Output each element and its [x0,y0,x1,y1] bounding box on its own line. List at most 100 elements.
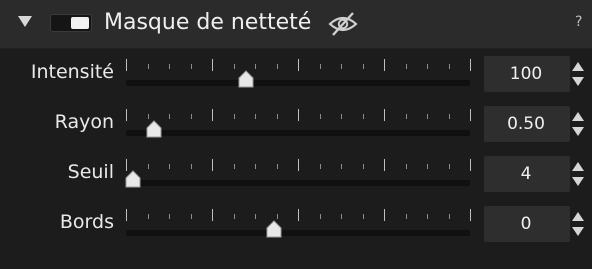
slider-row-seuil: Seuil 4 [0,150,592,198]
slider-tick [384,59,385,71]
slider-tick [298,109,299,121]
slider-tick [298,209,299,221]
slider-tick [406,164,407,169]
rayon-value-field[interactable]: 0.50 [484,106,570,142]
slider-tick [470,159,471,171]
slider-tick [277,114,278,119]
slider-tick [191,164,192,169]
slider-label: Bords [59,211,114,233]
slider-tick [126,209,127,221]
slider-thumb[interactable] [238,70,254,88]
slider-tick [126,109,127,121]
slider-tick [234,64,235,69]
slider-tick [363,64,364,69]
seuil-value-field[interactable]: 4 [484,156,570,192]
slider-tick [384,109,385,121]
eye-slash-icon[interactable] [327,10,359,36]
slider-tick [320,164,321,169]
slider-tick [449,114,450,119]
intensite-value-field[interactable]: 100 [484,56,570,92]
slider-tick [449,64,450,69]
slider-tick [255,64,256,69]
slider-tick [427,214,428,219]
slider-tick [148,114,149,119]
slider-tick [449,214,450,219]
slider-tick [169,164,170,169]
slider-tick [384,159,385,171]
slider-tick [320,214,321,219]
slider-tick [277,164,278,169]
slider-thumb[interactable] [266,220,282,238]
slider-tick [427,114,428,119]
slider-track [126,80,470,86]
slider-tick [298,159,299,171]
slider-tick [212,59,213,71]
slider-tick [169,214,170,219]
slider-tick [234,164,235,169]
slider-tick [341,214,342,219]
slider-tick [255,114,256,119]
slider-thumb[interactable] [146,120,162,138]
slider-tick [191,64,192,69]
slider-tick [148,164,149,169]
slider-tick [363,164,364,169]
enable-toggle[interactable] [50,14,92,32]
slider-tick [427,64,428,69]
slider-tick [212,109,213,121]
value-text: 0 [520,214,532,234]
spinner-arrows-icon[interactable] [571,210,585,238]
slider-tick [212,159,213,171]
slider-tick [169,64,170,69]
slider-tick [191,114,192,119]
slider-tick [255,214,256,219]
slider-tick [212,209,213,221]
slider-tick [277,64,278,69]
slider-row-intensite: Intensité 100 [0,50,592,98]
spinner-arrows-icon[interactable] [571,110,585,138]
slider-tick [470,109,471,121]
seuil-slider[interactable] [122,150,472,198]
slider-tick [341,64,342,69]
value-text: 100 [509,64,543,84]
slider-tick [341,114,342,119]
slider-tick [449,164,450,169]
triangle-down-icon[interactable] [18,16,32,27]
slider-tick [148,64,149,69]
slider-row-bords: Bords 0 [0,200,592,248]
slider-tick [320,114,321,119]
rayon-slider[interactable] [122,100,472,148]
slider-tick [470,59,471,71]
bords-slider[interactable] [122,200,472,248]
panel-header: Masque de netteté ? [0,0,592,49]
spinner-arrows-icon[interactable] [571,60,585,88]
slider-track [126,130,470,136]
help-button[interactable]: ? [575,14,582,30]
slider-tick [427,164,428,169]
slider-tick [255,164,256,169]
slider-tick [148,214,149,219]
slider-label: Rayon [54,111,114,133]
slider-tick [341,164,342,169]
value-text: 0.50 [507,114,545,134]
slider-tick [126,59,127,71]
bords-value-field[interactable]: 0 [484,206,570,242]
slider-label: Seuil [67,161,114,183]
slider-row-rayon: Rayon 0.50 [0,100,592,148]
slider-tick [234,214,235,219]
slider-tick [363,214,364,219]
toggle-knob [71,17,89,29]
slider-tick [169,114,170,119]
slider-thumb[interactable] [125,170,141,188]
slider-track [126,180,470,186]
panel-title: Masque de netteté [104,10,312,35]
slider-tick [298,59,299,71]
slider-tick [191,214,192,219]
slider-tick [234,114,235,119]
spinner-arrows-icon[interactable] [571,160,585,188]
sharpen-panel: Masque de netteté ? Intensité 100 Rayon … [0,0,592,269]
intensite-slider[interactable] [122,50,472,98]
slider-tick [320,64,321,69]
value-text: 4 [520,164,532,184]
slider-tick [406,114,407,119]
slider-track [126,230,470,236]
